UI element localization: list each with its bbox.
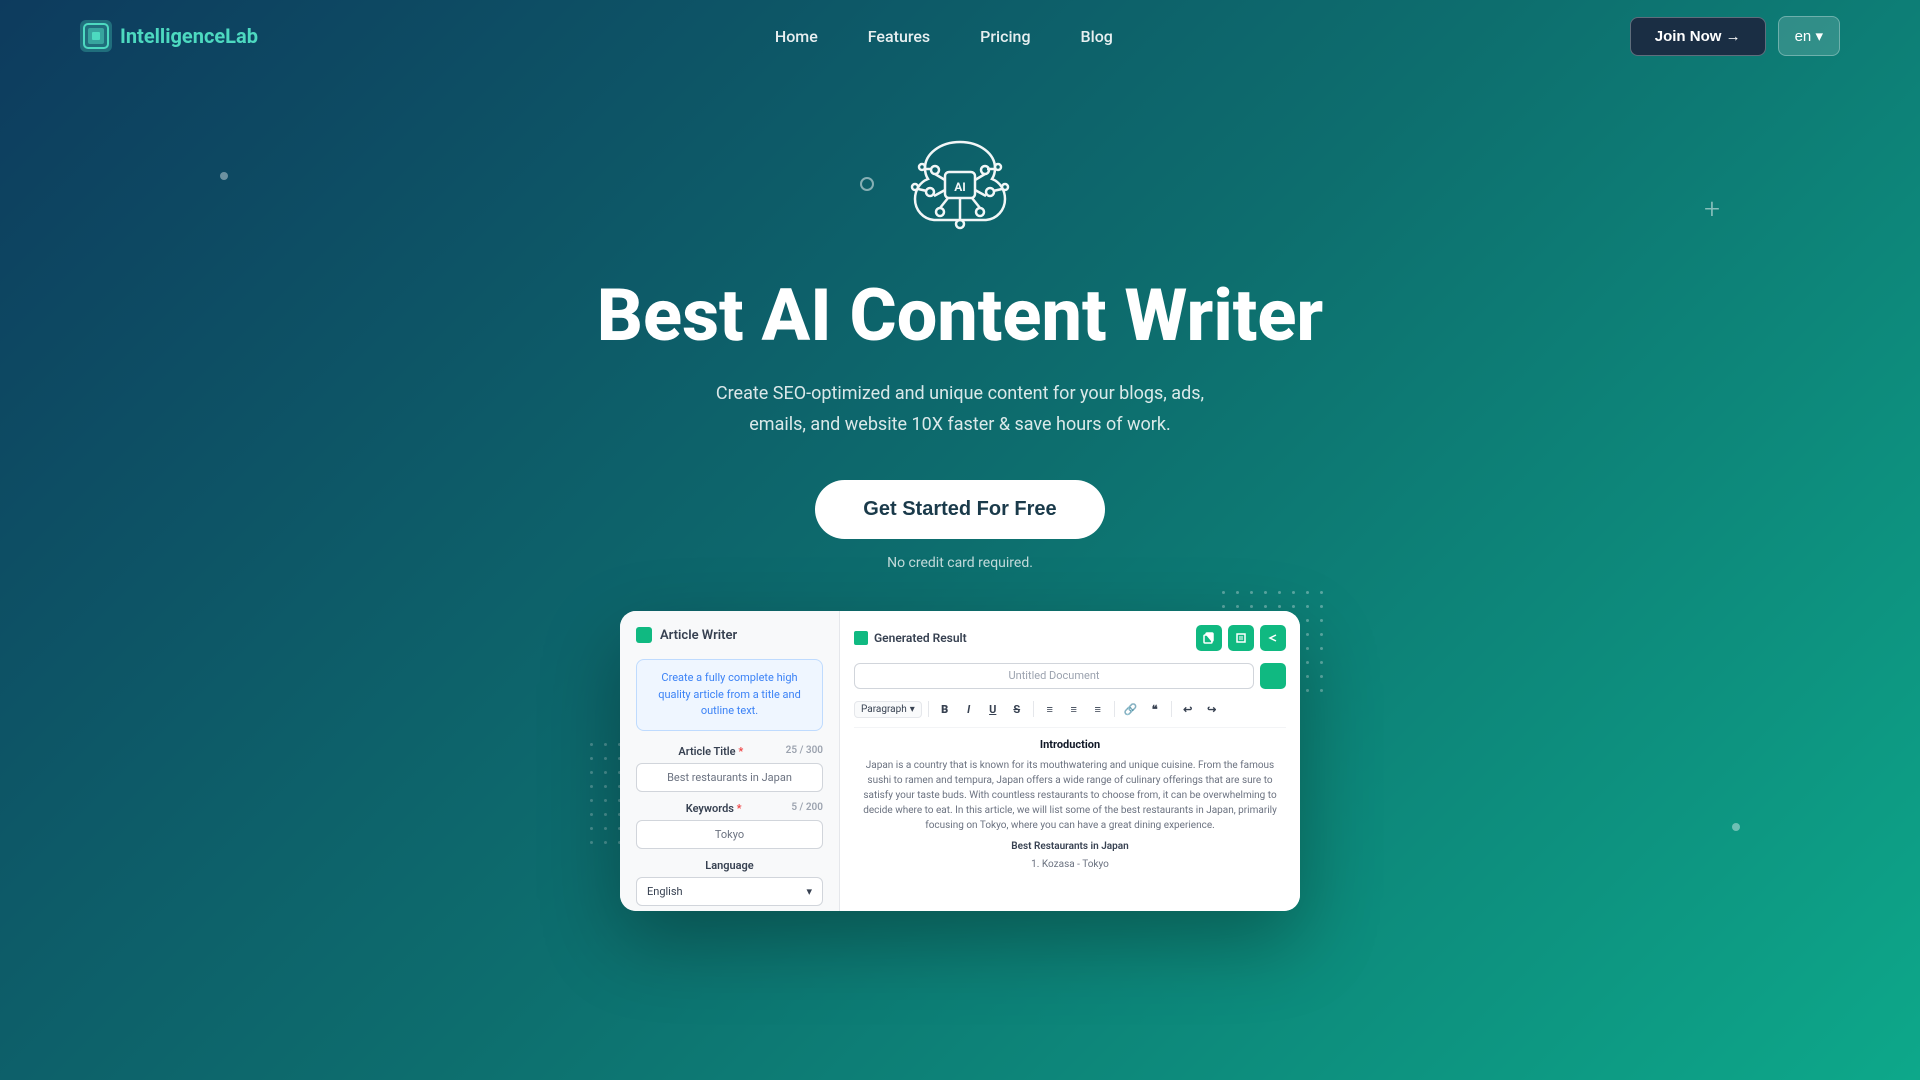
decorative-plus: + <box>1704 192 1720 225</box>
ai-brain-icon: AI <box>890 112 1030 252</box>
redo-btn[interactable]: ↪ <box>1202 699 1222 719</box>
doc-title-btn[interactable] <box>1260 663 1286 689</box>
decorative-dot-br <box>1732 823 1740 831</box>
align-right-btn[interactable]: ≡ <box>1088 699 1108 719</box>
strikethrough-btn[interactable]: S <box>1007 699 1027 719</box>
result-btn-2[interactable] <box>1228 625 1254 651</box>
underline-btn[interactable]: U <box>983 699 1003 719</box>
align-center-btn[interactable]: ≡ <box>1064 699 1084 719</box>
info-description: Create a fully complete high quality art… <box>636 659 823 731</box>
nav-links: Home Features Pricing Blog <box>775 27 1113 46</box>
language-select[interactable]: English ▾ <box>636 877 823 906</box>
sub-item: 1. Kozasa - Tokyo <box>854 857 1286 872</box>
result-btn-1[interactable] <box>1196 625 1222 651</box>
get-started-button[interactable]: Get Started For Free <box>815 480 1104 539</box>
italic-btn[interactable]: I <box>959 699 979 719</box>
keywords-input[interactable]: Tokyo <box>636 820 823 849</box>
nav-features[interactable]: Features <box>868 27 930 46</box>
doc-title-input[interactable]: Untitled Document <box>854 663 1254 689</box>
result-title: Generated Result <box>854 631 967 645</box>
language-field: Language English ▾ <box>636 859 823 906</box>
no-cc-text: No credit card required. <box>887 555 1033 571</box>
article-title-field: Article Title * 25 / 300 Best restaurant… <box>636 745 823 792</box>
language-button[interactable]: en ▾ <box>1778 16 1840 56</box>
quote-btn[interactable]: ❝ <box>1145 699 1165 719</box>
logo[interactable]: IntelligenceLab <box>80 20 258 52</box>
hero-subtitle: Create SEO-optimized and unique content … <box>716 379 1204 440</box>
hero-title: Best AI Content Writer <box>597 276 1323 355</box>
keywords-field: Keywords * 5 / 200 Tokyo <box>636 802 823 849</box>
result-action-buttons <box>1196 625 1286 651</box>
result-btn-3[interactable] <box>1260 625 1286 651</box>
editor-content: Introduction Japan is a country that is … <box>854 736 1286 872</box>
intro-text: Japan is a country that is known for its… <box>854 758 1286 833</box>
generated-result-panel: Generated Result <box>840 611 1300 911</box>
document-title-row: Untitled Document <box>854 663 1286 689</box>
paragraph-select[interactable]: Paragraph ▾ <box>854 701 922 718</box>
svg-text:AI: AI <box>954 180 966 194</box>
undo-btn[interactable]: ↩ <box>1178 699 1198 719</box>
app-preview-container: for(let i=0;i<64;i++) document.write('<s… <box>620 611 1300 911</box>
result-header: Generated Result <box>854 625 1286 651</box>
nav-actions: Join Now → en ▾ <box>1630 16 1840 56</box>
navbar: IntelligenceLab Home Features Pricing Bl… <box>0 0 1920 72</box>
bold-btn[interactable]: B <box>935 699 955 719</box>
article-title-input[interactable]: Best restaurants in Japan <box>636 763 823 792</box>
sub-heading: Best Restaurants in Japan <box>854 839 1286 855</box>
logo-icon <box>80 20 112 52</box>
article-writer-panel: Article Writer Create a fully complete h… <box>620 611 840 911</box>
join-now-button[interactable]: Join Now → <box>1630 17 1766 56</box>
link-btn[interactable]: 🔗 <box>1121 699 1141 719</box>
hero-section: + AI <box>0 72 1920 911</box>
editor-toolbar: Paragraph ▾ B I U S ≡ ≡ ≡ 🔗 ❝ <box>854 699 1286 728</box>
nav-pricing[interactable]: Pricing <box>980 27 1030 46</box>
nav-home[interactable]: Home <box>775 27 818 46</box>
align-left-btn[interactable]: ≡ <box>1040 699 1060 719</box>
circle-dot-decoration <box>860 177 874 191</box>
nav-blog[interactable]: Blog <box>1081 27 1113 46</box>
ai-icon-wrap: AI <box>890 112 1030 256</box>
decorative-dot-tl <box>220 172 228 180</box>
panel-icon <box>636 627 652 643</box>
app-preview: Article Writer Create a fully complete h… <box>620 611 1300 911</box>
left-panel-title: Article Writer <box>636 627 823 643</box>
brand-name: IntelligenceLab <box>120 24 258 48</box>
intro-heading: Introduction <box>854 736 1286 754</box>
